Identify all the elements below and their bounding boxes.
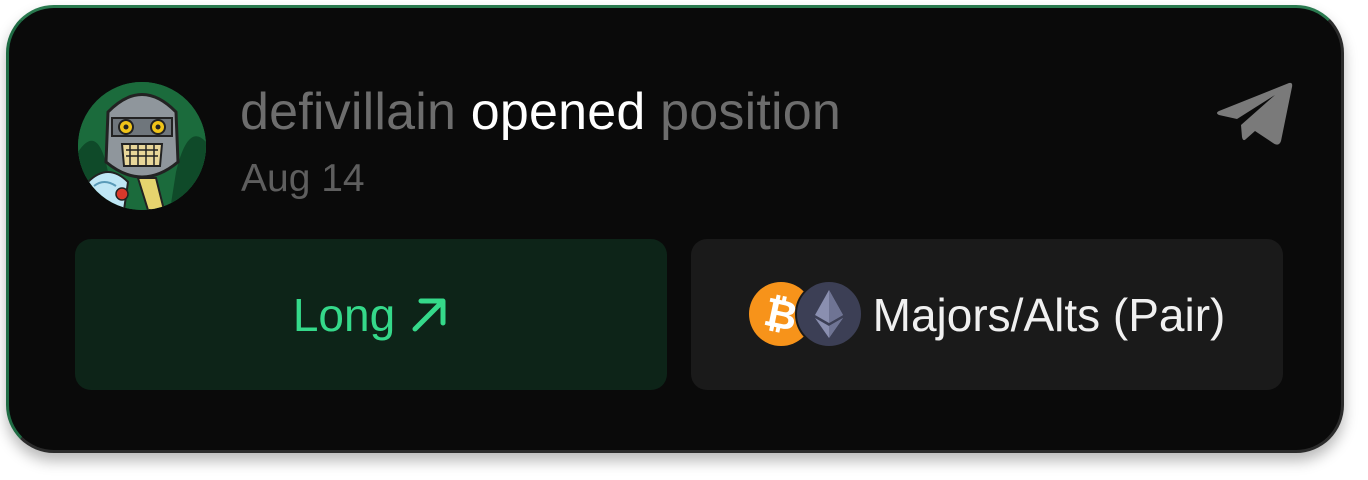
arrow-up-right-icon [409,295,449,335]
avatar-illustration [78,82,206,210]
pair-label: Majors/Alts (Pair) [872,288,1226,341]
coin-pair-icons: ₿ [748,279,863,348]
username-link[interactable]: defivillain [240,83,456,141]
action-text: opened [470,83,646,141]
post-date: Aug 14 [241,157,365,200]
telegram-send-icon [1217,82,1293,145]
activity-headline: defivillain opened position [240,80,841,144]
position-card: defivillain opened position Aug 14 Long … [6,5,1344,453]
object-text: position [660,83,841,141]
long-label: Long [292,288,396,341]
telegram-share-button[interactable] [1215,81,1293,147]
user-avatar[interactable] [78,82,206,210]
long-position-button[interactable]: Long [75,239,667,390]
ethereum-icon [794,279,863,348]
pair-market-button[interactable]: ₿ Majors/Alts (Pair) [691,239,1283,390]
